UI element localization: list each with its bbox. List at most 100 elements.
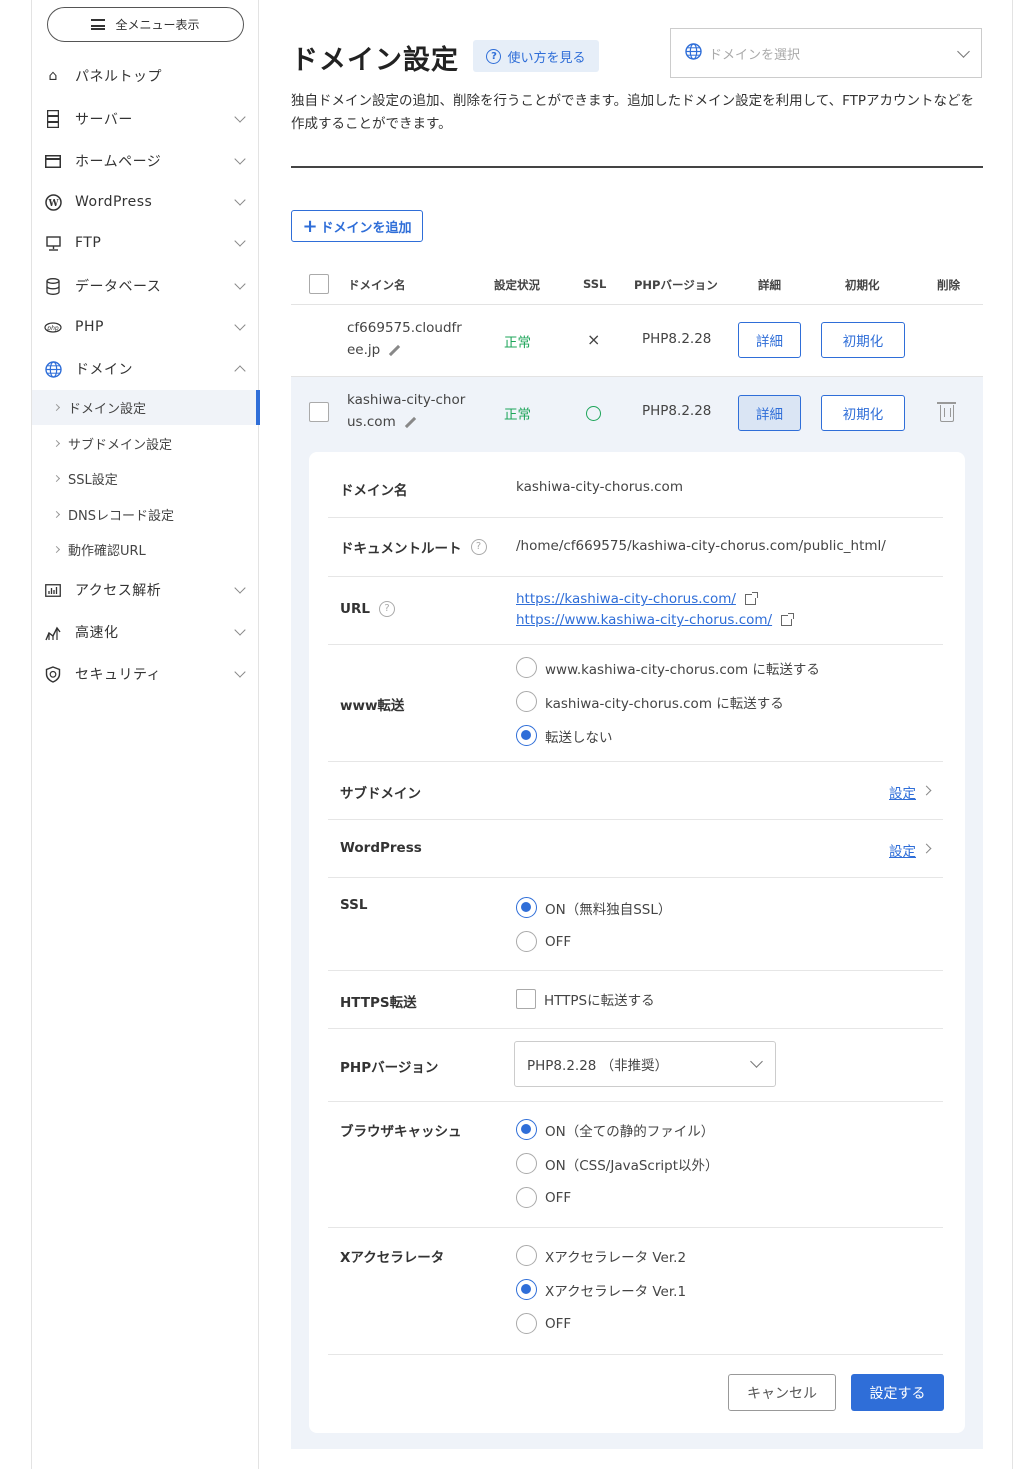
header-ssl: SSL	[583, 277, 607, 291]
cache-radio-off[interactable]: OFF	[516, 1187, 571, 1208]
xaccel-radio-v2[interactable]: Xアクセラレータ Ver.2	[516, 1245, 686, 1266]
reset-button[interactable]: 初期化	[821, 322, 905, 358]
sidebar-subitem-subdomain-settings[interactable]: サブドメイン設定	[32, 426, 259, 461]
url-label: URL?	[340, 601, 395, 617]
shield-icon	[44, 665, 62, 683]
add-domain-label: ドメインを追加	[320, 220, 412, 236]
sidebar-item-label: FTP	[75, 235, 102, 251]
select-all-checkbox[interactable]	[309, 274, 329, 294]
sidebar-subitem-test-url[interactable]: 動作確認URL	[32, 532, 259, 567]
url-link[interactable]: https://kashiwa-city-chorus.com/	[516, 591, 736, 607]
table-header: ドメイン名 設定状況 SSL PHPバージョン 詳細 初期化 削除	[291, 266, 983, 305]
home-icon: ⌂	[48, 68, 58, 84]
help-icon[interactable]: ?	[378, 601, 395, 617]
sidebar-subitem-label: DNSレコード設定	[68, 509, 174, 524]
sidebar-item-server[interactable]: サーバー	[32, 102, 259, 136]
sidebar: 全メニュー表示 ⌂ パネルトップ サーバー ホームページ W WordPress…	[32, 0, 260, 1469]
plus-icon: +	[302, 215, 318, 237]
domain-name: cf669575.cloudfree.jp	[347, 320, 462, 358]
php-version: PHP8.2.28	[642, 331, 712, 347]
www-radio-to-www[interactable]: www.kashiwa-city-chorus.com に転送する	[516, 657, 820, 678]
edit-icon[interactable]	[404, 416, 416, 428]
cancel-button[interactable]: キャンセル	[728, 1374, 836, 1411]
sidebar-item-database[interactable]: データベース	[32, 269, 259, 303]
php-icon: php	[44, 318, 62, 336]
sidebar-item-label: 高速化	[75, 625, 119, 641]
subdomain-label: サブドメイン	[340, 786, 421, 802]
chevron-down-icon	[750, 1055, 763, 1068]
sidebar-subitem-dns-settings[interactable]: DNSレコード設定	[32, 497, 259, 532]
add-domain-button[interactable]: + ドメインを追加	[291, 210, 423, 242]
radio-label: ON（CSS/JavaScript以外）	[545, 1157, 719, 1174]
sidebar-item-security[interactable]: セキュリティ	[32, 657, 259, 691]
www-radio-none[interactable]: 転送しない	[516, 725, 613, 746]
external-link-icon[interactable]	[744, 591, 758, 605]
submit-button[interactable]: 設定する	[851, 1374, 944, 1411]
howto-button[interactable]: ? 使い方を見る	[473, 40, 599, 72]
cache-radio-all[interactable]: ON（全ての静的ファイル）	[516, 1119, 714, 1140]
svg-text:W: W	[47, 199, 59, 209]
svg-text:php: php	[46, 324, 59, 331]
checkbox-label: HTTPSに転送する	[544, 993, 655, 1009]
radio-circle	[516, 897, 537, 918]
ssl-off-icon: ×	[587, 330, 601, 349]
table-row: cf669575.cloudfree.jp 正常 × PHP8.2.28 詳細 …	[291, 305, 983, 377]
all-menu-button[interactable]: 全メニュー表示	[47, 7, 244, 42]
analytics-icon	[44, 581, 62, 599]
url-link[interactable]: https://www.kashiwa-city-chorus.com/	[516, 612, 772, 628]
docroot-label: ドキュメントルート?	[340, 537, 487, 557]
edit-icon[interactable]	[389, 344, 401, 356]
xaccel-radio-off[interactable]: OFF	[516, 1313, 571, 1334]
ssl-radio-on[interactable]: ON（無料独自SSL）	[516, 897, 671, 918]
chevron-right-icon	[52, 545, 61, 554]
xaccel-radio-v1[interactable]: Xアクセラレータ Ver.1	[516, 1279, 686, 1300]
https-redirect-checkbox[interactable]: HTTPSに転送する	[516, 989, 655, 1009]
sidebar-subitem-domain-settings[interactable]: ドメイン設定	[32, 390, 260, 425]
sidebar-subitem-label: ドメイン設定	[68, 402, 147, 417]
howto-label: 使い方を見る	[507, 50, 586, 66]
speed-icon	[44, 623, 62, 641]
domain-select[interactable]: ドメインを選択	[670, 28, 982, 78]
sidebar-item-wordpress[interactable]: W WordPress	[32, 185, 259, 219]
php-version-select[interactable]: PHP8.2.28 （非推奨）	[514, 1041, 776, 1087]
radio-label: Xアクセラレータ Ver.2	[545, 1249, 687, 1266]
radio-label: www.kashiwa-city-chorus.com に転送する	[545, 661, 820, 678]
sidebar-item-domain[interactable]: ドメイン	[32, 352, 259, 386]
radio-circle	[516, 1279, 537, 1300]
subdomain-set-link[interactable]: 設定	[889, 782, 916, 802]
reset-button[interactable]: 初期化	[821, 395, 905, 431]
detail-button[interactable]: 詳細	[738, 395, 801, 431]
domain-name-cell: kashiwa-city-chorus.com	[347, 389, 467, 433]
row-checkbox[interactable]	[309, 402, 329, 422]
sidebar-item-label: ドメイン	[75, 362, 133, 378]
header-detail: 詳細	[758, 278, 781, 292]
domain-select-placeholder: ドメインを選択	[709, 47, 801, 63]
cache-radio-except-css-js[interactable]: ON（CSS/JavaScript以外）	[516, 1153, 719, 1174]
external-link-icon[interactable]	[781, 612, 795, 626]
wordpress-set-link[interactable]: 設定	[889, 840, 916, 860]
sidebar-subitem-label: SSL設定	[68, 473, 118, 488]
sidebar-subitem-ssl-settings[interactable]: SSL設定	[32, 461, 259, 496]
sidebar-item-php[interactable]: php PHP	[32, 310, 259, 344]
detail-row-docroot: ドキュメントルート? /home/cf669575/kashiwa-city-c…	[328, 518, 943, 577]
sidebar-item-homepage[interactable]: ホームページ	[32, 144, 259, 178]
globe-icon	[685, 42, 702, 64]
radio-circle	[516, 1119, 537, 1140]
sidebar-item-panel-top[interactable]: ⌂ パネルトップ	[32, 59, 259, 93]
trash-icon[interactable]	[937, 402, 956, 422]
ssl-radio-off[interactable]: OFF	[516, 931, 571, 952]
page-title: ドメイン設定	[291, 45, 459, 76]
detail-row-subdomain: サブドメイン 設定	[328, 762, 943, 820]
www-radio-to-bare[interactable]: kashiwa-city-chorus.com に転送する	[516, 691, 784, 712]
sidebar-item-analytics[interactable]: アクセス解析	[32, 573, 259, 607]
sidebar-item-speed[interactable]: 高速化	[32, 615, 259, 649]
detail-button[interactable]: 詳細	[738, 322, 801, 358]
radio-label: OFF	[545, 933, 572, 950]
help-icon[interactable]: ?	[470, 539, 487, 555]
sidebar-item-ftp[interactable]: FTP	[32, 226, 259, 260]
sidebar-subitem-label: サブドメイン設定	[68, 438, 173, 453]
sidebar-item-label: データベース	[75, 279, 162, 295]
wordpress-label: WordPress	[340, 840, 422, 856]
chevron-down-icon	[234, 194, 246, 206]
chevron-down-icon	[234, 666, 246, 678]
